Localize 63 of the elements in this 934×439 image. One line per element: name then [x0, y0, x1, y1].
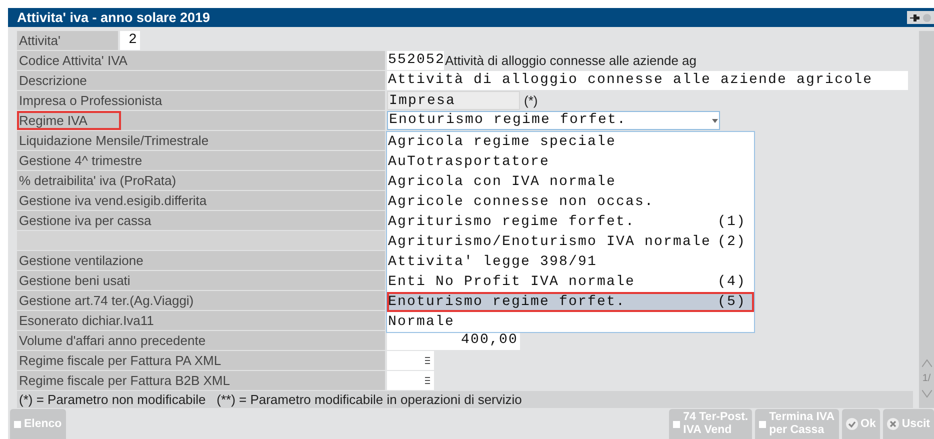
field-label: Gestione beni usati [17, 271, 385, 290]
field-label: Descrizione [17, 71, 385, 90]
dropdown-option[interactable]: Agriturismo/Enoturismo IVA normale (2) [387, 232, 754, 252]
option-shortcut: (1) [717, 213, 746, 232]
field-label: % detraibilita' iva (ProRata) [17, 171, 385, 190]
field-label: Liquidazione Mensile/Trimestrale [17, 131, 385, 150]
field-note: (*) [524, 93, 538, 108]
dropdown-option[interactable]: Normale [387, 312, 754, 332]
option-label: Agricola regime speciale [388, 133, 616, 152]
dropdown-option[interactable]: Attivita' legge 398/91 [387, 252, 754, 272]
field-label: Gestione art.74 ter.(Ag.Viaggi) [17, 291, 385, 310]
field-label: Esonerato dichiar.Iva11 [17, 311, 385, 330]
option-label: AuTotrasportatore [388, 153, 550, 172]
dropdown-field[interactable]: Enoturismo regime forfet. [387, 111, 720, 130]
field-label: Gestione iva per cassa [17, 211, 385, 230]
close-icon [886, 418, 899, 430]
option-shortcut: (4) [717, 273, 746, 292]
option-label: Attivita' legge 398/91 [388, 253, 598, 272]
field-label: Regime IVA [17, 111, 121, 130]
dropdown-option[interactable]: Agricole connesse non occas. [387, 192, 754, 212]
option-label: Agriturismo/Enoturismo IVA normale [388, 233, 712, 252]
input-field[interactable]: 2 [120, 31, 140, 50]
footnote: (*) = Parametro non modificabile (**) = Parametro modificabile in operazioni di servizio [17, 391, 913, 408]
option-label: Normale [388, 313, 455, 332]
option-shortcut: (5) [717, 293, 746, 312]
code-field[interactable]: 552052 [387, 51, 444, 70]
field-label: Regime fiscale per Fattura B2B XML [17, 371, 385, 390]
square-icon [759, 420, 766, 428]
square-icon [14, 420, 21, 428]
dropdown-option[interactable]: Enti No Profit IVA normale (4) [387, 272, 754, 292]
window-title: Attivita' iva - anno solare 2019 [16, 10, 210, 25]
option-label: Enti No Profit IVA normale [388, 273, 636, 292]
option-label: Agricole connesse non occas. [388, 193, 654, 212]
field-label: Codice Attivita' IVA [17, 51, 385, 70]
dropdown-option[interactable]: Agriturismo regime forfet. (1) [387, 212, 754, 232]
list-icon [425, 377, 430, 384]
dropdown-option[interactable]: Agricola regime speciale [387, 132, 754, 152]
page-indicator: 1/ [922, 373, 931, 384]
code-description: Attività di alloggio connesse alle aziende ag [445, 53, 697, 68]
option-label: Agricola con IVA normale [388, 173, 616, 192]
field-label: Gestione 4^ trimestre [17, 151, 385, 170]
readonly-field: Impresa [387, 91, 520, 110]
check-icon [846, 418, 858, 430]
option-shortcut: (2) [717, 233, 746, 252]
dropdown-option[interactable]: Enoturismo regime forfet. (5) [387, 292, 754, 312]
caret-icon [712, 118, 718, 122]
field-label: Regime fiscale per Fattura PA XML [17, 351, 385, 370]
field-label: Gestione iva vend.esigib.differita [17, 191, 385, 210]
dropdown-option[interactable]: AuTotrasportatore [387, 152, 754, 172]
pin-icon [910, 14, 920, 22]
circle-icon [923, 14, 931, 22]
field-label: Gestione ventilazione [17, 251, 385, 270]
list-icon [425, 357, 430, 364]
option-label: Agriturismo regime forfet. [388, 213, 636, 232]
input-field[interactable]: Attività di alloggio connesse alle aziende agricole [387, 71, 908, 90]
square-icon [673, 420, 680, 428]
field-label: Attivita' [17, 31, 118, 50]
field-label: Volume d'affari anno precedente [17, 331, 385, 350]
field-label: Impresa o Professionista [17, 91, 385, 110]
option-label: Enoturismo regime forfet. [388, 293, 626, 312]
lookup-field[interactable] [387, 371, 434, 390]
dropdown-option[interactable]: Agricola con IVA normale [387, 172, 754, 192]
lookup-field[interactable] [387, 351, 434, 370]
